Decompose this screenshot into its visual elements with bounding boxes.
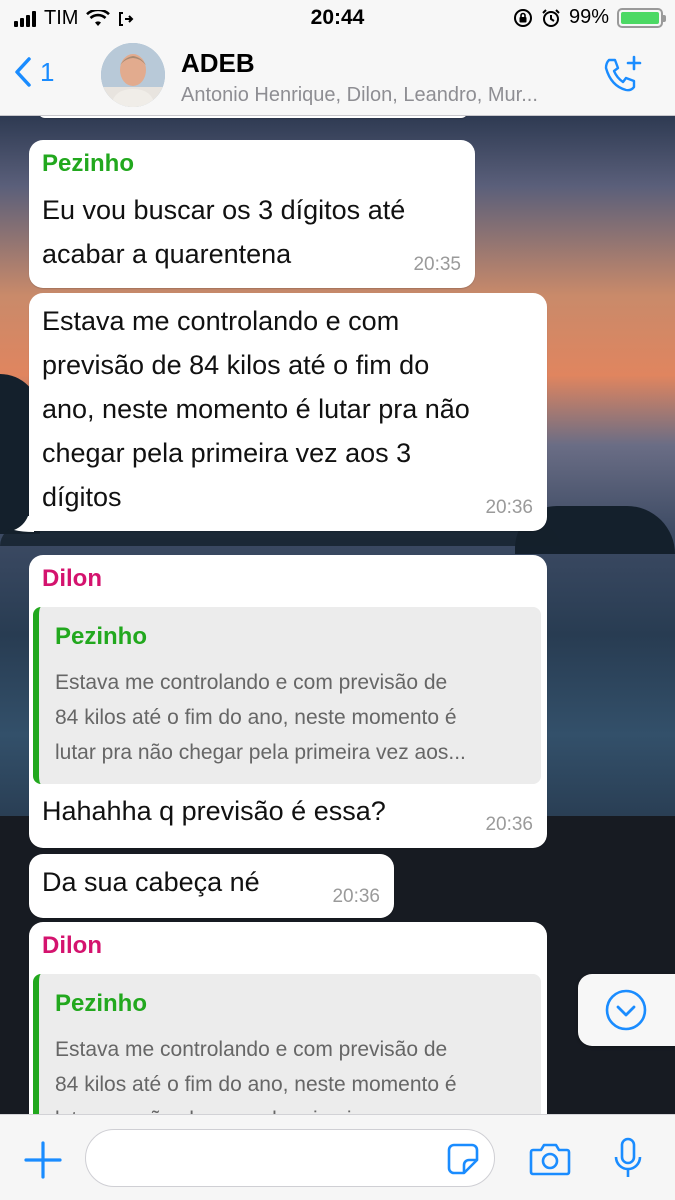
chat-area[interactable]: Pezinho Eu vou buscar os 3 dígitos até a…: [0, 116, 675, 1114]
quoted-message[interactable]: Pezinho Estava me controlando e com prev…: [33, 607, 541, 784]
quoted-text-line: lutar pra não chegar pela primeira vez a…: [55, 1102, 525, 1114]
quoted-message[interactable]: Pezinho Estava me controlando e com prev…: [33, 974, 541, 1114]
message-text-line: previsão de 84 kilos até o fim do: [42, 350, 430, 380]
orientation-lock-icon: [513, 8, 532, 27]
alarm-icon: [542, 8, 560, 27]
message-input[interactable]: [85, 1129, 495, 1187]
microphone-icon[interactable]: [613, 1137, 643, 1179]
quoted-text-line: 84 kilos até o fim do ano, neste momento…: [55, 1073, 457, 1096]
message-time: 20:35: [413, 254, 461, 275]
message-bubble[interactable]: Da sua cabeça né 20:36: [29, 854, 394, 918]
composer-bar: [0, 1114, 675, 1200]
quoted-text-line: Estava me controlando e com previsão de: [55, 1038, 448, 1061]
message-bubble[interactable]: Estava me controlando e com previsão de …: [29, 293, 547, 531]
camera-icon[interactable]: [529, 1141, 571, 1177]
sticker-icon[interactable]: [446, 1142, 480, 1176]
message-bubble[interactable]: Pezinho Eu vou buscar os 3 dígitos até a…: [29, 140, 475, 288]
add-call-icon: [604, 55, 642, 92]
quoted-text-line: 84 kilos até o fim do ano, neste momento…: [55, 706, 457, 729]
message-bubble-partial[interactable]: [38, 116, 468, 118]
chevron-left-icon: [15, 57, 31, 87]
quoted-text-line: Estava me controlando e com previsão de: [55, 671, 448, 694]
chevron-down-circle-icon: [605, 989, 647, 1031]
bubble-tail: [14, 516, 34, 532]
message-text: Hahahha q previsão é essa?: [42, 796, 386, 826]
add-call-button[interactable]: [601, 54, 645, 103]
message-text-line: Estava me controlando e com: [42, 306, 400, 336]
quoted-text-line: lutar pra não chegar pela primeira vez a…: [55, 741, 466, 764]
message-sender: Dilon: [42, 565, 102, 592]
chat-title[interactable]: ADEB: [181, 48, 255, 79]
message-text-line: Eu vou buscar os 3 dígitos até: [42, 195, 406, 225]
chat-header: 1 ADEB Antonio Henrique, Dilon, Leandro,…: [0, 38, 675, 116]
chat-participants[interactable]: Antonio Henrique, Dilon, Leandro, Mur...: [181, 84, 591, 107]
message-text-line: acabar a quarentena: [42, 239, 292, 269]
scroll-to-bottom-button[interactable]: [578, 974, 675, 1046]
quoted-sender: Pezinho: [55, 623, 148, 650]
unread-count: 1: [40, 56, 55, 87]
message-text-line: ano, neste momento é lutar pra não: [42, 394, 470, 424]
message-time: 20:36: [485, 497, 533, 518]
message-text-line: dígitos: [42, 482, 122, 512]
plus-icon[interactable]: [24, 1141, 62, 1179]
status-right: 99%: [513, 6, 666, 29]
message-time: 20:36: [485, 814, 533, 835]
message-sender: Pezinho: [42, 150, 135, 177]
battery-icon: [617, 7, 666, 28]
message-text-line: chegar pela primeira vez aos 3: [42, 438, 412, 468]
quoted-sender: Pezinho: [55, 990, 148, 1017]
message-text: Da sua cabeça né: [42, 867, 260, 897]
message-bubble[interactable]: Dilon Pezinho Estava me controlando e co…: [29, 922, 547, 1114]
battery-percent: 99%: [568, 6, 609, 28]
message-bubble[interactable]: Dilon Pezinho Estava me controlando e co…: [29, 555, 547, 848]
status-bar: TIM 20:44 99%: [0, 0, 675, 38]
group-avatar[interactable]: [101, 43, 165, 107]
back-button[interactable]: 1: [14, 56, 54, 88]
message-sender: Dilon: [42, 932, 102, 959]
message-time: 20:36: [332, 886, 380, 907]
